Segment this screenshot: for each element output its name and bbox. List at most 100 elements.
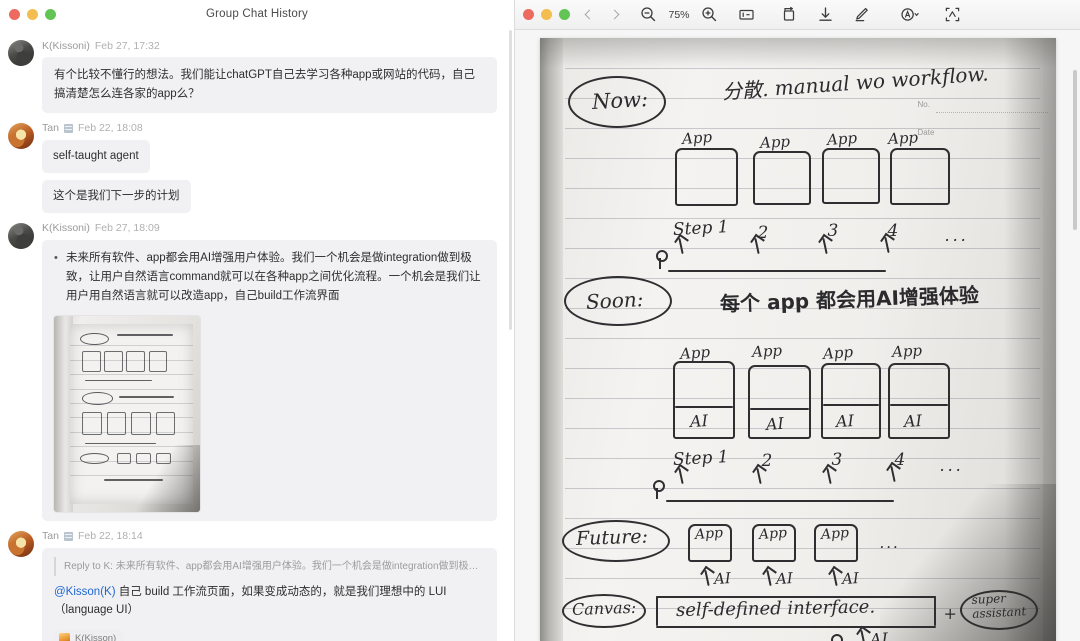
- message-timestamp: Feb 22, 18:08: [77, 122, 143, 135]
- printed-field-no: No.: [917, 100, 930, 109]
- reply-quote[interactable]: Reply to K: 未来所有软件、app都会用AI增强用户体验。我们一个机会…: [54, 556, 484, 576]
- group-chat-window: Group Chat History K(Kissoni) Feb 27, 17…: [0, 0, 514, 641]
- label-app: App: [891, 341, 922, 361]
- label-app: App: [887, 128, 918, 148]
- label-ai: AI: [764, 413, 784, 434]
- chat-titlebar: Group Chat History: [0, 0, 514, 28]
- app-icon: [63, 123, 73, 133]
- message-header: K(Kissoni) Feb 27, 17:32: [42, 38, 498, 53]
- annotation-future: Future:: [575, 525, 648, 550]
- sender-name: Tan: [42, 122, 59, 135]
- label-ai: AI: [835, 411, 854, 431]
- message-bubble: 有个比较不懂行的想法。我们能让chatGPT自己去学习各种app或网站的代码，自…: [42, 57, 497, 113]
- sender-name: K(Kissoni): [42, 39, 90, 52]
- zoom-button[interactable]: [559, 9, 570, 20]
- message-bubble: • 未来所有软件、app都会用AI增强用户体验。我们一个机会是做integrat…: [42, 239, 497, 521]
- preview-tools: [781, 6, 870, 23]
- reaction-chip[interactable]: K(Kisson): [54, 628, 125, 641]
- minimize-button[interactable]: [27, 8, 38, 20]
- chat-traffic-lights: [9, 8, 56, 20]
- stick-figure: [653, 250, 668, 270]
- zoom-out-icon[interactable]: [640, 6, 657, 23]
- label-ai: AI: [689, 411, 708, 431]
- message-header: Tan Feb 22, 18:08: [42, 121, 498, 136]
- mention[interactable]: @Kisson(K): [54, 586, 116, 598]
- attached-photo-thumbnail[interactable]: [54, 315, 200, 512]
- photo-corner-shadow: [132, 445, 200, 512]
- printed-field-date: Date: [917, 128, 935, 137]
- sender-name: K(Kissoni): [42, 222, 90, 235]
- notebook-photo[interactable]: No. Date Now: 分散. manual wo workflow. Ap…: [539, 38, 1056, 641]
- back-chevron-icon[interactable]: [583, 9, 595, 21]
- avatar[interactable]: [8, 40, 34, 66]
- message-bubble: 这个是我们下一步的计划: [42, 179, 191, 213]
- message-bubble: Reply to K: 未来所有软件、app都会用AI增强用户体验。我们一个机会…: [42, 547, 497, 641]
- image-preview-window: 75% No. Date Now: 分散. manual wo workflow…: [514, 0, 1080, 641]
- markup-pen-icon[interactable]: [853, 6, 870, 23]
- annotate-dropdown-icon[interactable]: [900, 6, 922, 23]
- thumbs-up-icon: [59, 632, 70, 641]
- annotation-soon: Soon:: [584, 287, 644, 314]
- annotation-canvas: Canvas:: [571, 597, 637, 619]
- message-timestamp: Feb 27, 17:32: [94, 39, 160, 52]
- label-app: App: [693, 525, 724, 543]
- stick-figure: [650, 480, 665, 500]
- label-ai: AI: [903, 411, 922, 431]
- zoom-level[interactable]: 75%: [666, 9, 692, 21]
- bullet-icon: •: [54, 251, 58, 264]
- close-button[interactable]: [523, 9, 534, 20]
- zoom-controls: 75%: [640, 6, 718, 23]
- chat-message: Tan Feb 22, 18:08 self-taught agent 这个是我…: [0, 115, 514, 215]
- message-timestamp: Feb 22, 18:14: [77, 530, 143, 543]
- preview-traffic-lights: [523, 9, 570, 20]
- label-app: App: [819, 525, 850, 543]
- label-ellipsis: ...: [944, 226, 969, 245]
- label-ai: AI: [841, 569, 859, 588]
- crop-select-icon[interactable]: [944, 6, 961, 23]
- preview-scrollbar[interactable]: [1073, 70, 1077, 230]
- label-app: App: [680, 127, 713, 148]
- chat-message: Tan Feb 22, 18:14 Reply to K: 未来所有软件、app…: [0, 523, 514, 641]
- label-ai: AI: [775, 569, 793, 588]
- preview-canvas[interactable]: No. Date Now: 分散. manual wo workflow. Ap…: [515, 30, 1080, 641]
- reaction-user: K(Kisson): [75, 632, 117, 641]
- app-icon: [63, 531, 73, 541]
- label-app: App: [825, 128, 858, 149]
- avatar[interactable]: [8, 530, 34, 557]
- bullet-text: 未来所有软件、app都会用AI增强用户体验。我们一个机会是做integratio…: [66, 251, 481, 302]
- notebook-left-edge: [539, 38, 563, 641]
- message-bubble: self-taught agent: [42, 139, 150, 173]
- label-app: App: [678, 342, 711, 363]
- forward-chevron-icon[interactable]: [608, 9, 620, 21]
- avatar[interactable]: [8, 122, 34, 149]
- share-download-icon[interactable]: [817, 6, 834, 23]
- label-app: App: [751, 341, 782, 361]
- message-timestamp: Feb 27, 18:09: [94, 222, 160, 235]
- chat-scrollbar[interactable]: [509, 30, 512, 330]
- message-header: K(Kissoni) Feb 27, 18:09: [42, 221, 498, 236]
- chat-message: K(Kissoni) Feb 27, 18:09 • 未来所有软件、app都会用…: [0, 215, 514, 523]
- chat-window-title: Group Chat History: [205, 8, 309, 20]
- preview-navigation: [583, 9, 620, 21]
- minimize-button[interactable]: [541, 9, 552, 20]
- zoom-in-icon[interactable]: [701, 6, 718, 23]
- label-app: App: [759, 132, 790, 152]
- preview-tools-right: [900, 6, 961, 23]
- rotate-icon[interactable]: [781, 6, 798, 23]
- photo-corner-shadow: [880, 484, 1056, 641]
- annotation-self-defined-interface: self-defined interface.: [675, 596, 875, 621]
- avatar[interactable]: [8, 222, 34, 249]
- annotation-now: Now:: [590, 87, 649, 114]
- sender-name: Tan: [42, 530, 59, 543]
- zoom-button[interactable]: [45, 8, 56, 20]
- label-app: App: [757, 525, 788, 543]
- close-button[interactable]: [9, 8, 20, 20]
- chat-message-list[interactable]: K(Kissoni) Feb 27, 17:32 有个比较不懂行的想法。我们能让…: [0, 28, 514, 641]
- screen-root: Group Chat History K(Kissoni) Feb 27, 17…: [0, 0, 1080, 641]
- reply-body: @Kisson(K) 自己 build 工作流页面，如果变成动态的，就是我们理想…: [54, 583, 485, 620]
- label-app: App: [821, 342, 854, 363]
- label-ai: AI: [713, 569, 731, 588]
- label-ellipsis: ...: [939, 456, 964, 475]
- actual-size-icon[interactable]: [738, 6, 755, 23]
- chat-message: K(Kissoni) Feb 27, 17:32 有个比较不懂行的想法。我们能让…: [0, 32, 514, 115]
